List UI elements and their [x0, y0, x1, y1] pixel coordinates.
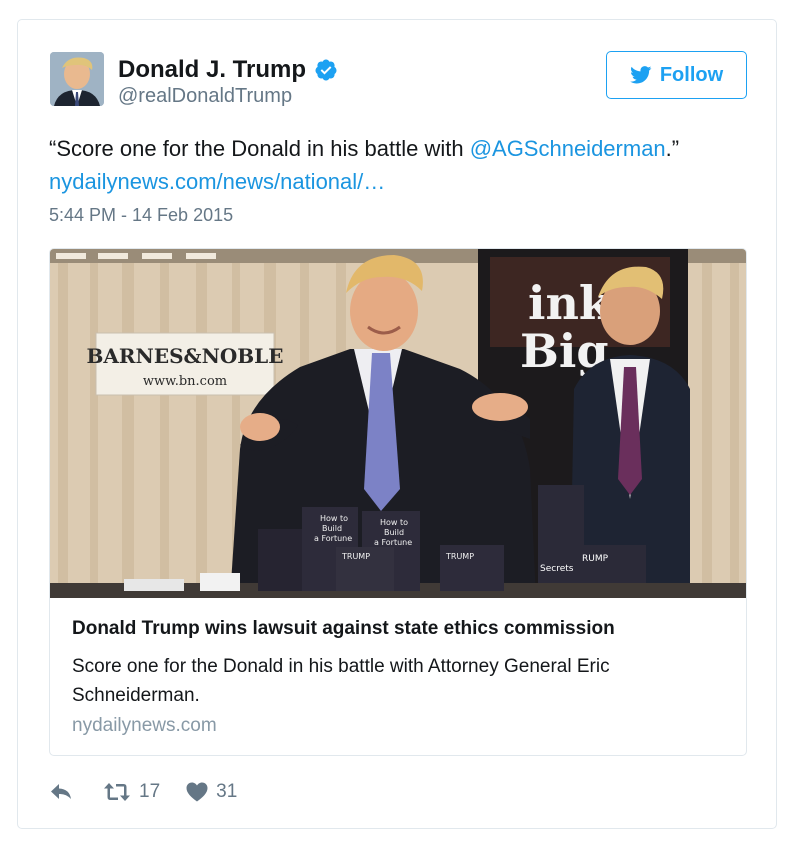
svg-text:How to: How to: [320, 514, 348, 523]
tweet-text-part: .”: [665, 136, 680, 161]
card-domain: nydailynews.com: [72, 715, 217, 736]
retweet-count: 17: [139, 781, 161, 802]
store-sign-name: BARNES&NOBLE: [87, 344, 284, 368]
svg-text:a Fortune: a Fortune: [314, 534, 352, 543]
svg-text:How to: How to: [380, 518, 408, 527]
svg-text:TRUMP: TRUMP: [341, 552, 370, 561]
store-sign-url: www.bn.com: [143, 374, 227, 389]
retweet-icon: [104, 783, 130, 801]
reply-button[interactable]: [49, 782, 73, 802]
card-image[interactable]: BARNES&NOBLE www.bn.com ink Big RUMP Sec…: [50, 249, 746, 598]
timestamp[interactable]: 5:44 PM - 14 Feb 2015: [49, 205, 233, 226]
verified-badge-icon: [315, 59, 337, 81]
tweet-text-part: “Score one for the Donald in his battle …: [49, 136, 470, 161]
svg-text:Secrets: Secrets: [540, 564, 574, 574]
like-count: 31: [216, 781, 238, 802]
reply-icon: [51, 784, 71, 799]
card-description: Score one for the Donald in his battle w…: [72, 656, 610, 706]
follow-label: Follow: [659, 63, 724, 86]
mention-link[interactable]: @AGSchneiderman: [470, 136, 666, 161]
svg-text:Build: Build: [384, 528, 404, 537]
retweet-button[interactable]: 17: [103, 781, 160, 803]
tweet-card: Donald J. Trump @realDonaldTrump Follow …: [17, 19, 777, 829]
follow-button[interactable]: Follow: [606, 51, 747, 99]
twitter-bird-icon: [629, 66, 652, 84]
svg-text:Build: Build: [322, 524, 342, 533]
avatar[interactable]: [50, 52, 104, 106]
card-title: Donald Trump wins lawsuit against state …: [72, 618, 615, 639]
heart-icon: [186, 782, 208, 802]
tweet-actions: 17 31: [49, 778, 237, 806]
avatar-image: [50, 52, 104, 106]
tweet-text: “Score one for the Donald in his battle …: [49, 132, 749, 198]
svg-text:a Fortune: a Fortune: [374, 538, 412, 547]
like-button[interactable]: 31: [186, 781, 237, 803]
svg-text:RUMP: RUMP: [582, 554, 609, 564]
author-name[interactable]: Donald J. Trump: [118, 56, 338, 84]
author-handle[interactable]: @realDonaldTrump: [118, 85, 292, 108]
svg-text:TRUMP: TRUMP: [445, 552, 474, 561]
svg-text:ink: ink: [528, 276, 612, 330]
author-name-text: Donald J. Trump: [118, 56, 307, 83]
article-link[interactable]: nydailynews.com/news/national/…: [49, 169, 385, 194]
link-preview-card[interactable]: BARNES&NOBLE www.bn.com ink Big RUMP Sec…: [49, 248, 747, 756]
